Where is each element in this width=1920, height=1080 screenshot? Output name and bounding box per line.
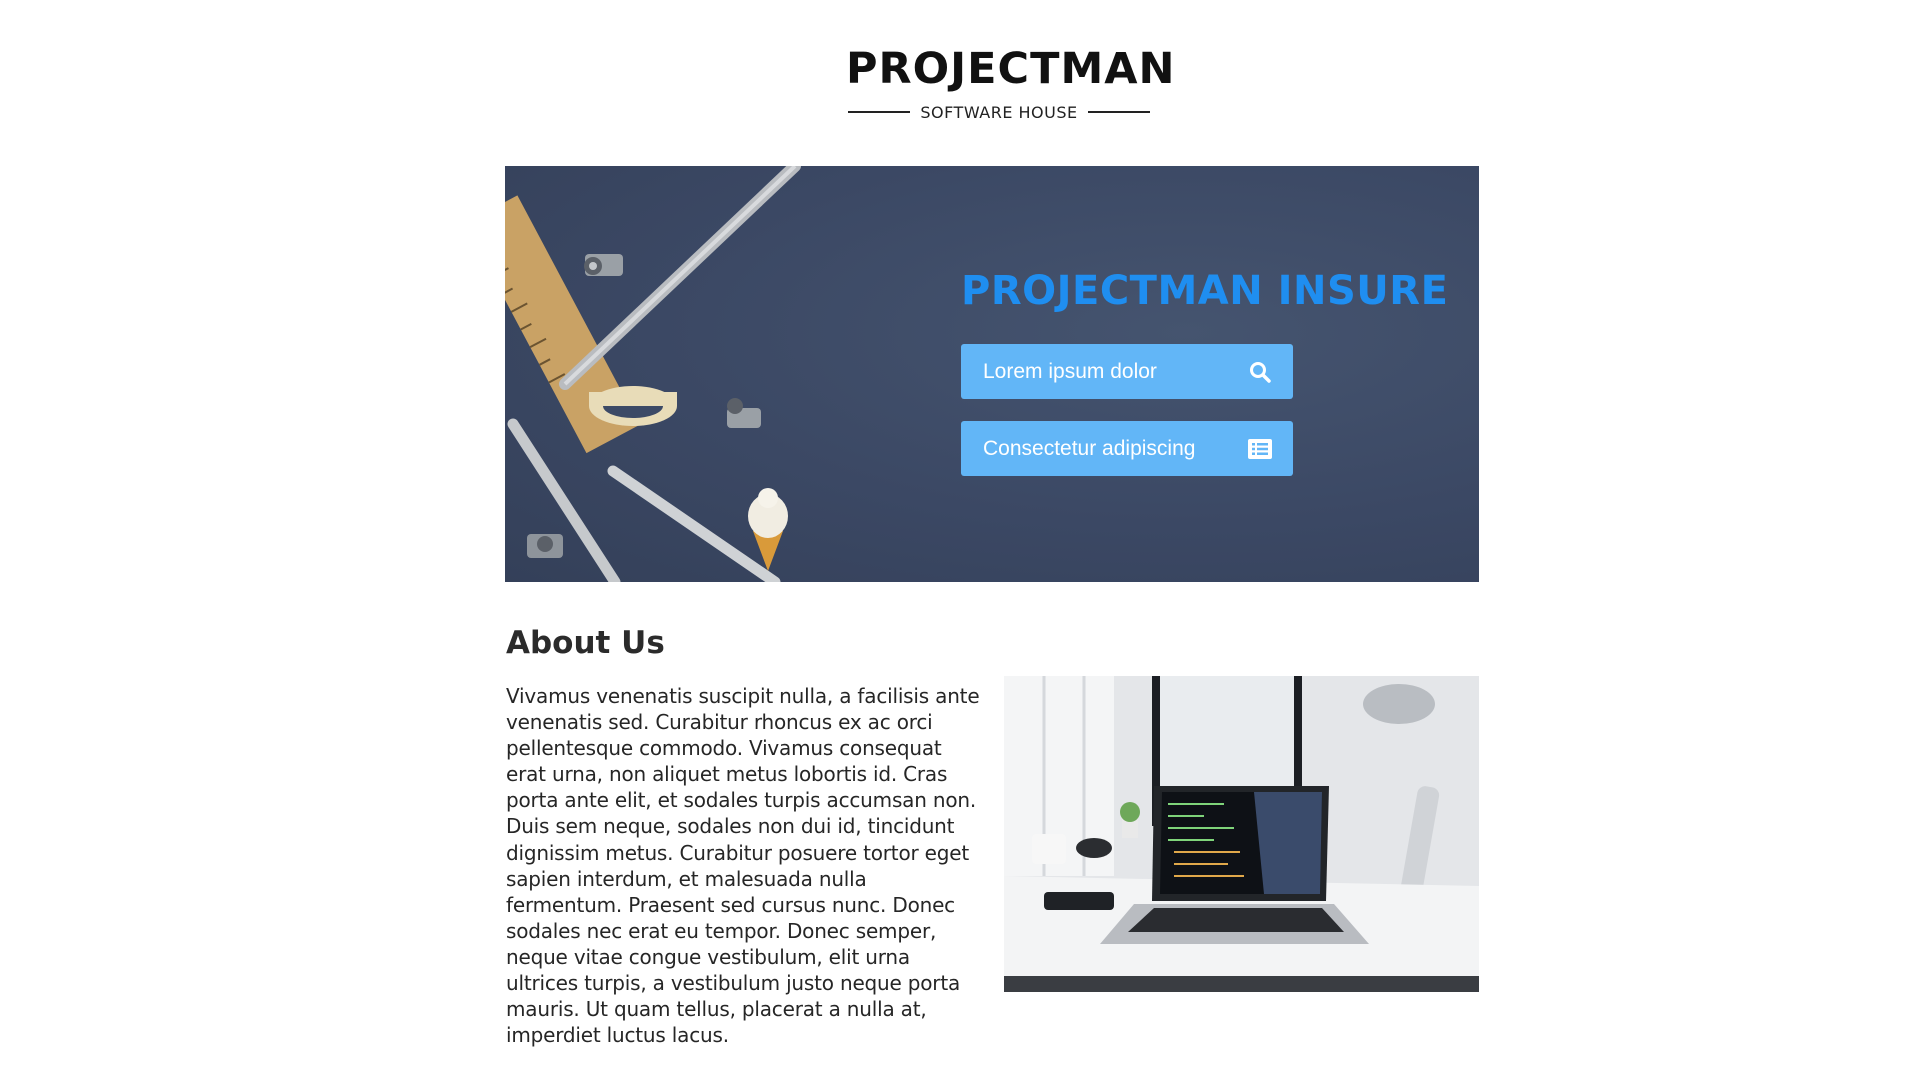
ice-cream-figurine-image bbox=[748, 488, 788, 571]
binder-clip-image bbox=[527, 534, 563, 558]
logo-title: PROJECTMAN bbox=[846, 44, 1176, 94]
binder-clip-image bbox=[584, 254, 623, 276]
search-button[interactable]: Lorem ipsum dolor bbox=[961, 344, 1293, 399]
about-heading: About Us bbox=[506, 625, 665, 661]
list-icon bbox=[1247, 436, 1273, 462]
logo-divider-left bbox=[848, 111, 911, 113]
hero-banner: PROJECTMAN INSURE Lorem ipsum dolor Cons… bbox=[505, 166, 1479, 582]
pencil-image bbox=[507, 418, 621, 582]
logo-subtitle-row: SOFTWARE HOUSE bbox=[846, 102, 1152, 122]
washi-tape-image bbox=[589, 386, 677, 426]
about-body-text: Vivamus venenatis suscipit nulla, a faci… bbox=[506, 684, 980, 1048]
workspace-laptop-photo bbox=[1004, 676, 1479, 992]
logo-divider-right bbox=[1087, 111, 1150, 113]
list-button[interactable]: Consectetur adipiscing bbox=[961, 421, 1293, 476]
list-button-label: Consectetur adipiscing bbox=[983, 436, 1196, 460]
search-button-label: Lorem ipsum dolor bbox=[983, 359, 1157, 383]
search-icon bbox=[1247, 359, 1273, 385]
page: PROJECTMAN SOFTWARE HOUSE PROJECTMAN INS… bbox=[0, 0, 1920, 1080]
hero-title: PROJECTMAN INSURE bbox=[961, 268, 1449, 314]
logo-subtitle: SOFTWARE HOUSE bbox=[920, 102, 1078, 122]
binder-clip-image bbox=[727, 398, 761, 428]
site-logo[interactable]: PROJECTMAN SOFTWARE HOUSE bbox=[846, 44, 1176, 122]
